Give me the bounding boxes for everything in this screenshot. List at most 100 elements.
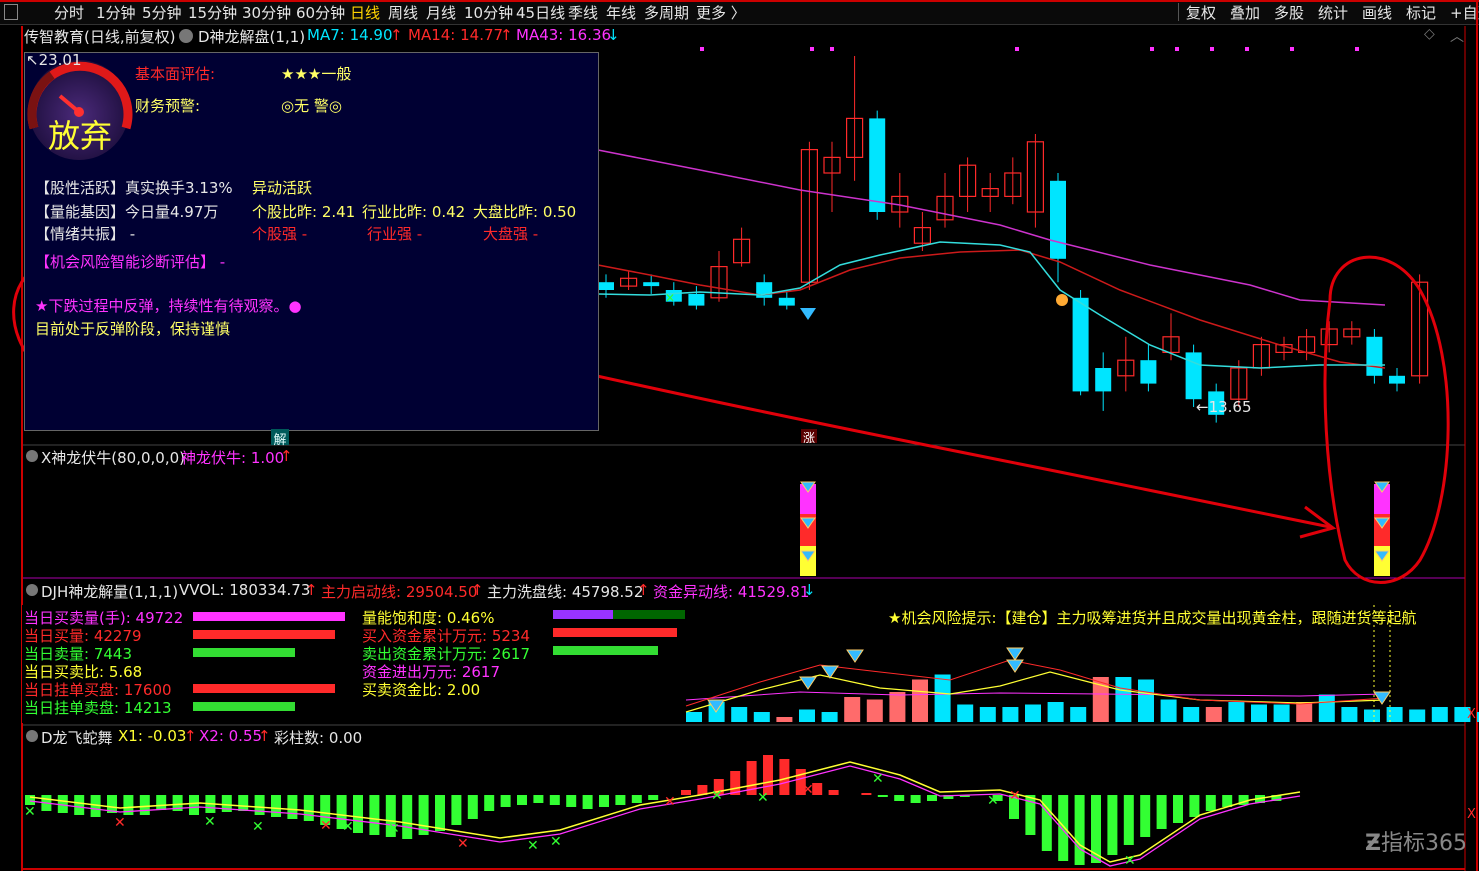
volume-bar — [1205, 707, 1222, 722]
volume-bar — [731, 707, 748, 722]
x-marker-icon: ✕ — [802, 782, 814, 798]
top-marker — [1290, 47, 1294, 51]
volume-stat-bar — [193, 684, 335, 693]
ma7-line — [597, 241, 1385, 369]
candle-body — [688, 293, 705, 306]
volume-bar — [1183, 707, 1200, 722]
top-marker — [1210, 47, 1214, 51]
hand-icon — [1056, 294, 1068, 306]
x-marker-icon: ✕ — [550, 834, 562, 850]
diagnosis-line-1: ★下跌过程中反弹，持续性有待观察。● — [35, 297, 302, 315]
ind2-title[interactable]: DJH神龙解量(1,1,1) — [41, 581, 178, 602]
high-price-label: ↖23.01 — [26, 51, 82, 69]
volume-bar — [1115, 677, 1132, 722]
volume-bar — [912, 679, 928, 722]
industry-strong: 行业强 - — [367, 225, 423, 243]
ind3-column — [1123, 795, 1134, 845]
volume-stat-row: 当日挂单卖盘: 14213 — [24, 699, 172, 717]
volume-stat-bar — [193, 630, 335, 639]
ind3-column — [189, 795, 199, 815]
diamond-icon — [799, 676, 817, 690]
fund-stat-bar — [613, 610, 685, 619]
fund-stat-bar — [553, 628, 677, 637]
ind3-column — [1107, 795, 1118, 855]
ind3-column — [910, 795, 921, 803]
market-ratio: 大盘比昨: 0.50 — [473, 203, 577, 221]
volume-bar — [889, 692, 906, 722]
candle-body — [1140, 360, 1157, 384]
ind2-wash-line: 主力洗盘线: 45798.52 — [487, 583, 644, 601]
top-marker — [700, 47, 704, 51]
activity-row: 【股性活跃】真实换手3.13% — [35, 179, 233, 197]
volume-bar — [799, 709, 815, 722]
fund-value: ★★★一般 — [281, 65, 352, 83]
ind3-column — [402, 795, 413, 839]
ind3-column — [1074, 795, 1085, 865]
volume-bar — [1228, 702, 1245, 722]
top-marker — [1150, 47, 1154, 51]
x-marker-icon: ✕ — [114, 815, 126, 831]
volume-stat-bar — [193, 702, 295, 711]
ind3-column — [271, 795, 281, 817]
volume-bar — [1296, 702, 1313, 722]
volume-bar — [1341, 707, 1358, 722]
ind2-settings-icon[interactable] — [26, 584, 38, 596]
x-marker-icon: ✕ — [987, 793, 999, 809]
ind3-column — [1140, 795, 1151, 837]
ind2-abnormal-line: 资金异动线: 41529.81 — [653, 583, 810, 601]
candle-body — [1072, 297, 1089, 392]
diamond-icon — [800, 308, 816, 320]
x-marker-icon: ✕ — [527, 838, 539, 854]
candle-body — [598, 282, 614, 290]
ind3-column — [156, 795, 167, 810]
x-marker-icon: ✕ — [872, 771, 884, 787]
diamond-icon — [846, 649, 864, 663]
gauge-text: 放弃 — [48, 117, 113, 155]
volume-bar — [1160, 699, 1177, 722]
low-price-label: ←13.65 — [1196, 398, 1252, 416]
stock-strong: 个股强 - — [252, 225, 308, 243]
activity-status: 异动活跃 — [252, 179, 313, 197]
x-marker-icon: ✕ — [757, 790, 769, 806]
ind3-column — [139, 795, 150, 815]
ind3-column — [615, 795, 626, 805]
risk-value: ◎无 警◎ — [281, 97, 342, 115]
abnormal-line — [685, 691, 1386, 701]
x-marker-icon: ✕ — [1009, 788, 1021, 804]
x-marker-icon: ✕ — [204, 814, 216, 830]
ma43-line — [597, 149, 1386, 306]
fund-label: 基本面评估: — [135, 65, 216, 83]
ind3-column — [369, 795, 380, 835]
x-marker: X — [1467, 807, 1476, 822]
ind3-title[interactable]: D龙飞蛇舞 — [41, 727, 113, 748]
ind3-column — [549, 795, 560, 805]
ind3-column — [467, 795, 478, 819]
ind3-x1: X1: -0.03 — [118, 727, 187, 745]
volume-bar — [1431, 707, 1448, 722]
x-marker: ✕ — [665, 291, 675, 305]
volume-bar — [1386, 707, 1403, 722]
top-marker — [1355, 47, 1359, 51]
x-marker-icon: ✕ — [664, 794, 676, 810]
ind3-x2: X2: 0.55 — [199, 727, 263, 745]
x-marker-icon: ✕ — [457, 836, 469, 852]
ind3-count: 彩柱数: 0.00 — [274, 729, 363, 747]
volume-bar — [934, 674, 951, 722]
ind3-column — [435, 795, 445, 831]
x2-up-arrow-icon: ↑ — [258, 727, 271, 745]
volume-bar — [1273, 704, 1290, 722]
volume-stat-bar — [193, 612, 345, 621]
ind3-column — [631, 795, 642, 803]
volume-bar — [776, 717, 793, 722]
start-line — [685, 659, 1386, 707]
ind3-settings-icon[interactable] — [26, 730, 38, 742]
ind3-column — [1205, 795, 1216, 811]
top-marker — [810, 47, 814, 51]
ind1-settings-icon[interactable] — [26, 450, 38, 462]
candle-body — [1389, 375, 1405, 384]
volume-bar — [1409, 709, 1426, 722]
volume-bar — [1364, 709, 1380, 722]
x-marker: X — [1467, 707, 1476, 722]
ind3-column — [484, 795, 495, 811]
ind1-title[interactable]: X神龙伏牛(80,0,0,0) — [41, 447, 185, 468]
